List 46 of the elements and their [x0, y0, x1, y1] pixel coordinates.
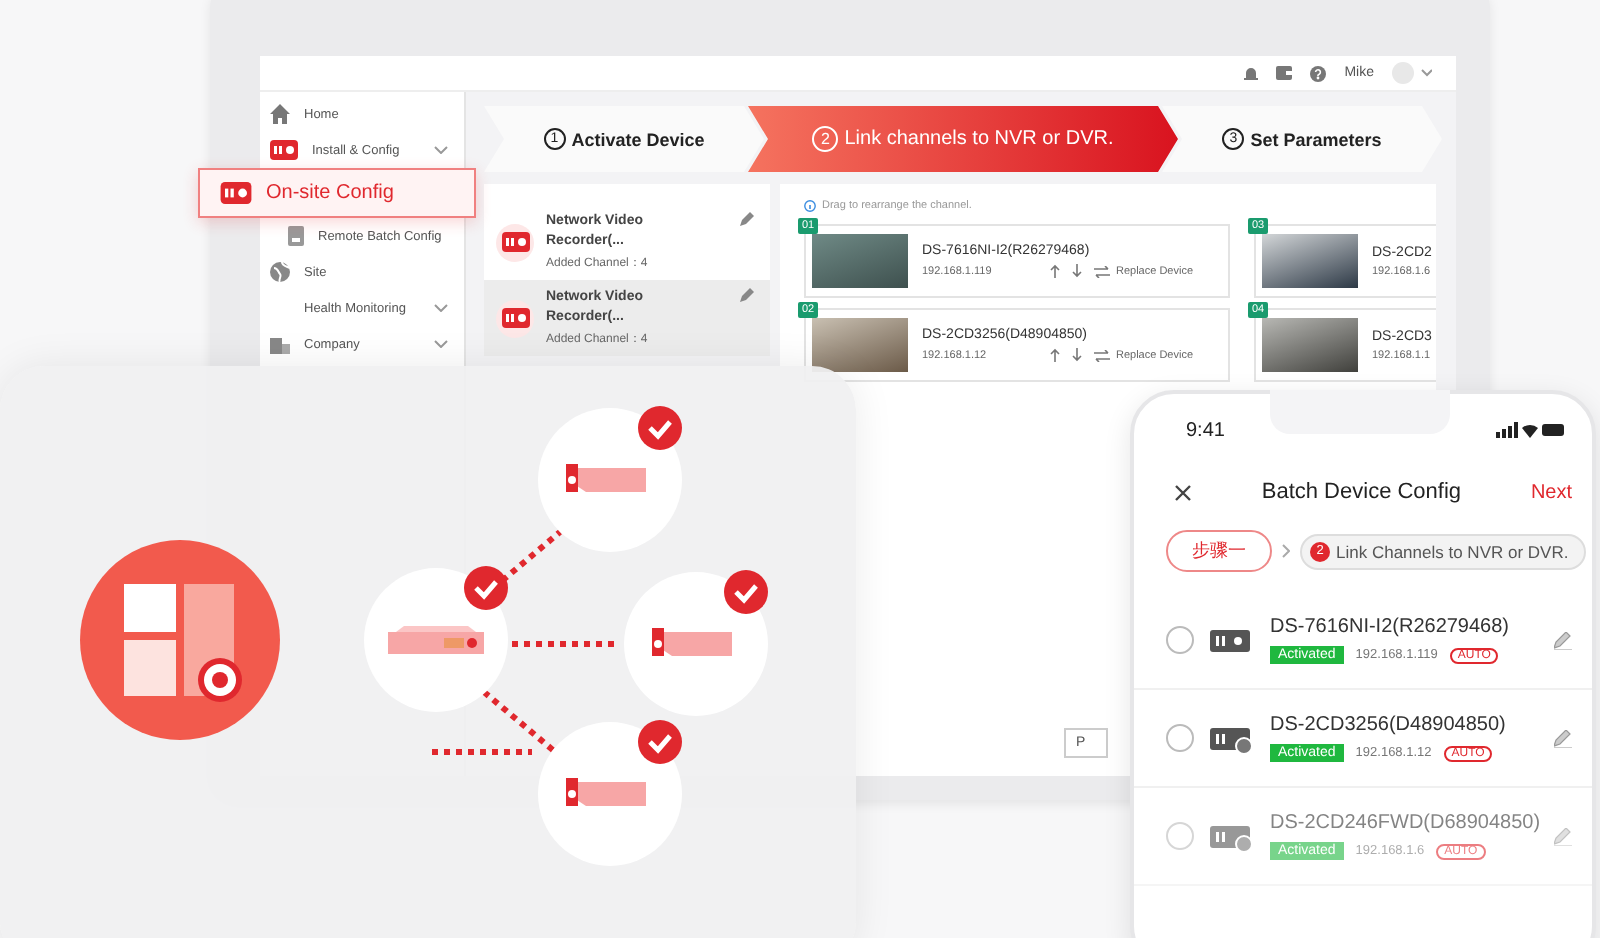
pencil-icon[interactable]: [740, 288, 754, 302]
home-icon: [270, 104, 290, 124]
photo-placeholder: [812, 234, 908, 288]
pencil-icon[interactable]: [1554, 729, 1572, 747]
step-button[interactable]: 步骤一: [1166, 530, 1272, 572]
photo-placeholder: [1262, 318, 1358, 372]
close-icon[interactable]: [1174, 483, 1192, 501]
pencil-icon[interactable]: [1554, 631, 1572, 649]
swap-icon: [1094, 349, 1110, 361]
recorder-icon: [270, 140, 298, 160]
down-arrow-icon[interactable]: [1072, 264, 1082, 278]
recorder-camera-icon: [1210, 723, 1254, 753]
globe-icon: [270, 262, 290, 282]
chevron-icon: [1282, 544, 1290, 558]
device-name: DS-2CD3256(D48904850): [1270, 714, 1508, 736]
status-time: 9:41: [1186, 419, 1225, 441]
radio-button[interactable]: [1166, 626, 1194, 654]
radio-button[interactable]: [1166, 724, 1194, 752]
device-name: DS-2CD246FWD(D68904850): [1270, 812, 1538, 834]
wallet-icon[interactable]: [1276, 66, 1293, 80]
recorder-icon: [501, 232, 529, 252]
building-icon: [270, 334, 290, 354]
pencil-icon[interactable]: [740, 212, 754, 226]
document-icon: [288, 226, 304, 246]
recorder-icon: [1210, 625, 1254, 655]
next-button[interactable]: Next: [1530, 481, 1572, 503]
config-app-icon: [80, 540, 280, 740]
bell-icon[interactable]: [1244, 65, 1259, 81]
status-icons: [1496, 422, 1564, 438]
screen-title: Batch Device Config: [1259, 480, 1464, 504]
device-name: DS-7616NI-I2(R26279468): [1270, 616, 1512, 638]
recorder-icon: [220, 182, 252, 204]
step-tab[interactable]: 2 Link channels to NVR or DVR.: [748, 106, 1178, 172]
sidebar-item[interactable]: On-site Config: [198, 168, 476, 218]
photo-placeholder: [1262, 234, 1358, 288]
avatar-icon[interactable]: [1392, 62, 1432, 84]
info-icon: [804, 200, 816, 212]
recorder-camera-icon: [1210, 821, 1254, 851]
down-arrow-icon[interactable]: [1072, 348, 1082, 362]
recorder-icon: [501, 308, 529, 328]
up-arrow-icon[interactable]: [1050, 348, 1060, 362]
photo-placeholder: [812, 318, 908, 372]
swap-icon: [1094, 265, 1110, 277]
up-arrow-icon[interactable]: [1050, 264, 1060, 278]
step-title: Link Channels to NVR or DVR.: [1336, 541, 1569, 561]
help-icon[interactable]: [1310, 65, 1327, 81]
